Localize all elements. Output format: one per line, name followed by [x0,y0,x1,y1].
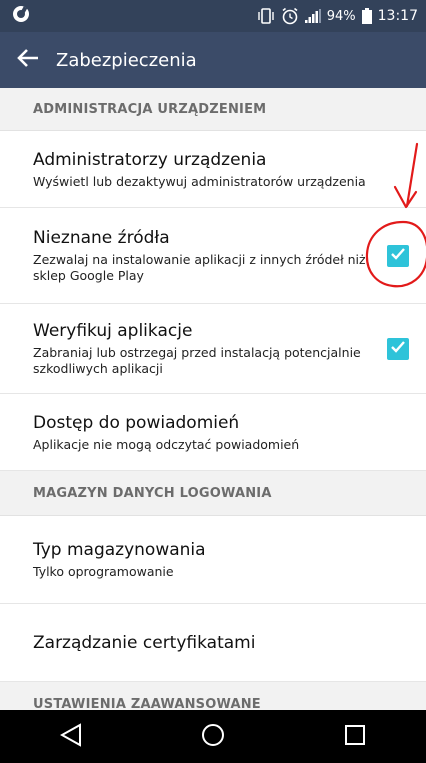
section-header-credential-storage: MAGAZYN DANYCH LOGOWANIA [0,471,426,516]
nav-back-button[interactable] [41,710,101,763]
back-button[interactable] [0,32,56,88]
signal-icon [304,9,321,23]
list-item-unknown-sources[interactable]: Nieznane źródła Zezwalaj na instalowanie… [0,208,426,304]
nav-home-button[interactable] [183,710,243,763]
alarm-icon [281,7,299,25]
item-summary: Aplikacje nie mogą odczytać powiadomień [33,436,300,452]
section-header-advanced-settings: USTAWIENIA ZAAWANSOWANE [0,682,426,710]
item-title: Administratorzy urządzenia [33,149,267,170]
triangle-back-icon [59,722,82,751]
item-summary: Zezwalaj na instalowanie aplikacji z inn… [33,252,366,283]
unknown-sources-checkbox[interactable] [387,244,409,267]
status-bar: 94% 13:17 [0,0,426,32]
item-title: Typ magazynowania [33,540,206,560]
item-summary: Tylko oprogramowanie [33,564,174,579]
vibrate-icon [257,8,275,24]
circle-home-icon [201,723,225,751]
battery-percentage: 94% [326,8,356,24]
battery-icon [361,8,372,24]
item-title: Weryfikuj aplikacje [33,321,193,341]
item-title: Dostęp do powiadomień [33,412,240,433]
item-title: Nieznane źródła [33,228,170,248]
clock: 13:17 [377,8,418,24]
page-title: Zabezpieczenia [56,49,197,71]
list-item-certificate-management[interactable]: Zarządzanie certyfikatami [0,604,426,682]
item-summary: Wyświetl lub dezaktywuj administratorów … [33,173,366,189]
app-notification-icon [12,5,30,27]
verify-apps-checkbox[interactable] [387,337,409,360]
item-title: Zarządzanie certyfikatami [33,632,256,653]
nav-recents-button[interactable] [325,710,385,763]
app-bar: Zabezpieczenia [0,32,426,88]
list-item-notification-access[interactable]: Dostęp do powiadomień Aplikacje nie mogą… [0,394,426,471]
arrow-left-icon [17,48,39,72]
check-icon [390,246,406,265]
list-item-verify-apps[interactable]: Weryfikuj aplikacje Zabraniaj lub ostrze… [0,304,426,394]
settings-list[interactable]: ADMINISTRACJA URZĄDZENIEM Administratorz… [0,88,426,710]
check-icon [390,339,406,358]
item-summary: Zabraniaj lub ostrzegaj przed instalacją… [33,345,361,376]
section-header-device-admin: ADMINISTRACJA URZĄDZENIEM [0,88,426,131]
list-item-storage-type[interactable]: Typ magazynowania Tylko oprogramowanie [0,516,426,604]
list-item-device-administrators[interactable]: Administratorzy urządzenia Wyświetl lub … [0,131,426,208]
square-recents-icon [344,724,366,750]
navigation-bar [0,710,426,763]
